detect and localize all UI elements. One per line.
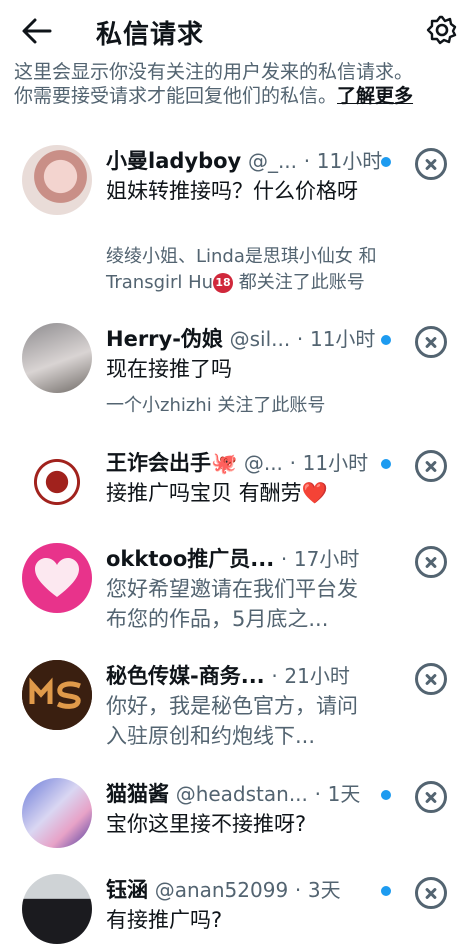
- sender-handle: @_...: [247, 149, 298, 173]
- sender-handle: @...: [243, 451, 283, 475]
- sender-name-line: 钰涵 @anan52099 · 3天: [106, 874, 386, 906]
- separator-dot: ·: [303, 149, 311, 173]
- header: 私信请求: [0, 0, 474, 62]
- back-arrow-icon[interactable]: [20, 16, 54, 46]
- timestamp: 11小时: [309, 327, 376, 351]
- sender-handle: @sil...: [229, 327, 291, 351]
- sender-name-line: okktoo推广员... · 17小时: [106, 543, 386, 575]
- message-preview: 有接推广吗?: [106, 908, 223, 932]
- sender-display-name: okktoo推广员...: [106, 547, 275, 571]
- unread-indicator: [381, 886, 391, 896]
- avatar[interactable]: [22, 660, 92, 730]
- followed-by-suffix: 都关注了此账号: [233, 272, 365, 293]
- dismiss-request-button[interactable]: [415, 148, 447, 180]
- avatar[interactable]: [22, 874, 92, 944]
- avatar[interactable]: [22, 323, 92, 393]
- separator-dot: ·: [280, 547, 288, 571]
- timestamp: 3天: [307, 878, 341, 902]
- sender-name-line: Herry-伪娘 @sil... · 11小时: [106, 323, 386, 355]
- sender-display-name: 秘色传媒-商务...: [106, 664, 265, 688]
- unread-indicator: [381, 459, 391, 469]
- heart-icon: [35, 558, 79, 597]
- sender-display-name: 王诈会出手🐙: [106, 451, 238, 475]
- sender-handle: @headstan...: [175, 782, 308, 806]
- separator-dot: ·: [294, 878, 302, 902]
- message-preview: 宝你这里接不接推呀?: [106, 812, 307, 836]
- message-preview: 你好，我是秘色官方，请问入驻原创和约炮线下...: [106, 694, 358, 748]
- message-preview: 姐妹转推接吗？什么价格呀: [106, 179, 358, 203]
- separator-dot: ·: [271, 664, 278, 688]
- separator-dot: ·: [289, 451, 296, 475]
- timestamp: 21小时: [284, 664, 350, 688]
- message-preview: 您好希望邀请在我们平台发布您的作品，5月底之...: [106, 577, 358, 631]
- avatar[interactable]: [22, 543, 92, 613]
- sender-name-line: 秘色传媒-商务... · 21小时: [106, 660, 386, 692]
- dismiss-request-button[interactable]: [415, 326, 447, 358]
- learn-more-link[interactable]: 了解更多: [337, 85, 413, 107]
- sender-name-line: 王诈会出手🐙 @... · 11小时: [106, 447, 386, 479]
- sender-name-line: 小曼ladyboy @_... · 11小时: [106, 145, 386, 177]
- unread-indicator: [381, 335, 391, 345]
- timestamp: 17小时: [293, 547, 360, 571]
- separator-dot: ·: [314, 782, 321, 806]
- sender-display-name: 小曼ladyboy: [106, 149, 242, 173]
- dismiss-request-button[interactable]: [415, 781, 447, 813]
- dismiss-request-button[interactable]: [415, 450, 447, 482]
- avatar[interactable]: [22, 447, 92, 517]
- page-title: 私信请求: [96, 20, 205, 50]
- sender-display-name: 钰涵: [106, 878, 148, 902]
- info-line-2: 你需要接受请求才能回复他们的私信。: [14, 85, 338, 107]
- sender-handle: @anan52099: [154, 878, 289, 902]
- settings-gear-icon[interactable]: [426, 14, 458, 46]
- unread-indicator: [381, 157, 391, 167]
- sender-display-name: Herry-伪娘: [106, 327, 223, 351]
- dismiss-request-button[interactable]: [415, 877, 447, 909]
- avatar[interactable]: [22, 778, 92, 848]
- adult-18-emoji-icon: 18: [213, 273, 234, 293]
- message-preview: 接推广吗宝贝 有酬劳❤️: [106, 481, 328, 505]
- dismiss-request-button[interactable]: [415, 546, 447, 578]
- sender-display-name: 猫猫酱: [106, 782, 169, 806]
- ms-logo-icon: [22, 660, 92, 730]
- timestamp: 11小时: [316, 149, 383, 173]
- followed-by-text: 绫绫小姐、Linda是思琪小仙女 和 Transgirl Hu 18 都关注了此账…: [106, 244, 406, 296]
- avatar[interactable]: [22, 145, 92, 215]
- dismiss-request-button[interactable]: [415, 663, 447, 695]
- timestamp: 1天: [327, 782, 361, 806]
- sender-name-line: 猫猫酱 @headstan... · 1天: [106, 778, 386, 810]
- request-info-text: 这里会显示你没有关注的用户发来的私信请求。 你需要接受请求才能回复他们的私信。了…: [14, 58, 464, 110]
- timestamp: 11小时: [302, 451, 369, 475]
- unread-indicator: [381, 790, 391, 800]
- separator-dot: ·: [296, 327, 304, 351]
- message-preview: 现在接推了吗: [106, 357, 232, 381]
- followed-by-text: 一个小zhizhi 关注了此账号: [106, 395, 326, 416]
